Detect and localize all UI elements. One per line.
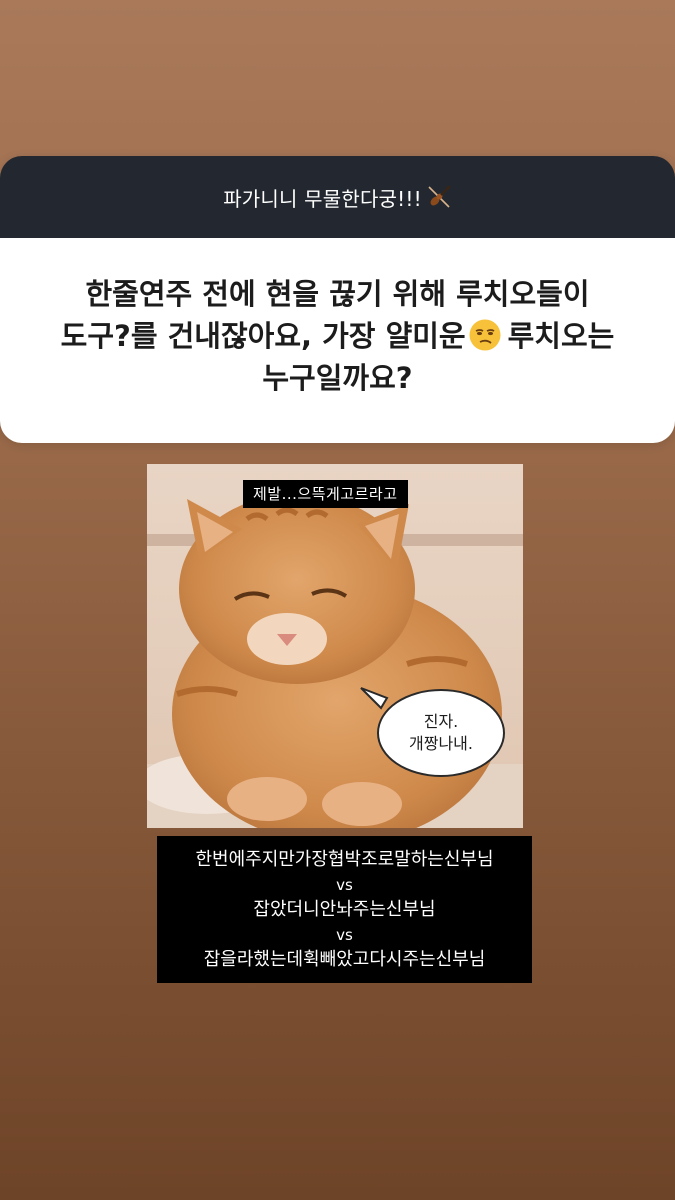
vs-separator-1: vs <box>336 875 353 894</box>
cat-image <box>147 464 523 828</box>
option-3-text: 잡을라했는데휙빼았고다시주는신부님 <box>203 948 486 970</box>
unamused-face-icon <box>469 319 501 350</box>
speech-bubble-tail <box>360 687 389 710</box>
violin-icon <box>428 185 450 208</box>
question-header: 파가니니 무물한다궁!!! <box>0 156 675 238</box>
options-caption: 한번에주지만가장협박조로말하는신부님 vs 잡았더니안놔주는신부님 vs 잡을라… <box>157 836 532 983</box>
question-header-text: 파가니니 무물한다궁!!! <box>223 186 422 211</box>
vs-separator-2: vs <box>336 925 353 944</box>
question-text: 한줄연주 전에 현을 끊기 위해 루치오들이 도구?를 건내잖아요, 가장 얄미… <box>61 273 615 399</box>
speech-bubble: 진자. 개짱나내. <box>377 689 505 777</box>
speech-bubble-line2: 개짱나내. <box>409 734 473 753</box>
speech-bubble-line1: 진자. <box>423 712 459 731</box>
option-2-text: 잡았더니안놔주는신부님 <box>253 898 436 920</box>
cat-photo: 제발...으뜩게고르라고 진자. 개짱나내. <box>147 464 523 828</box>
question-sticker[interactable]: 파가니니 무물한다궁!!! 한줄연주 전에 현을 끊기 위해 루치오들이 도구?… <box>0 156 675 443</box>
question-body: 한줄연주 전에 현을 끊기 위해 루치오들이 도구?를 건내잖아요, 가장 얄미… <box>0 238 675 443</box>
photo-top-caption: 제발...으뜩게고르라고 <box>243 480 408 508</box>
option-1-text: 한번에주지만가장협박조로말하는신부님 <box>195 848 494 870</box>
